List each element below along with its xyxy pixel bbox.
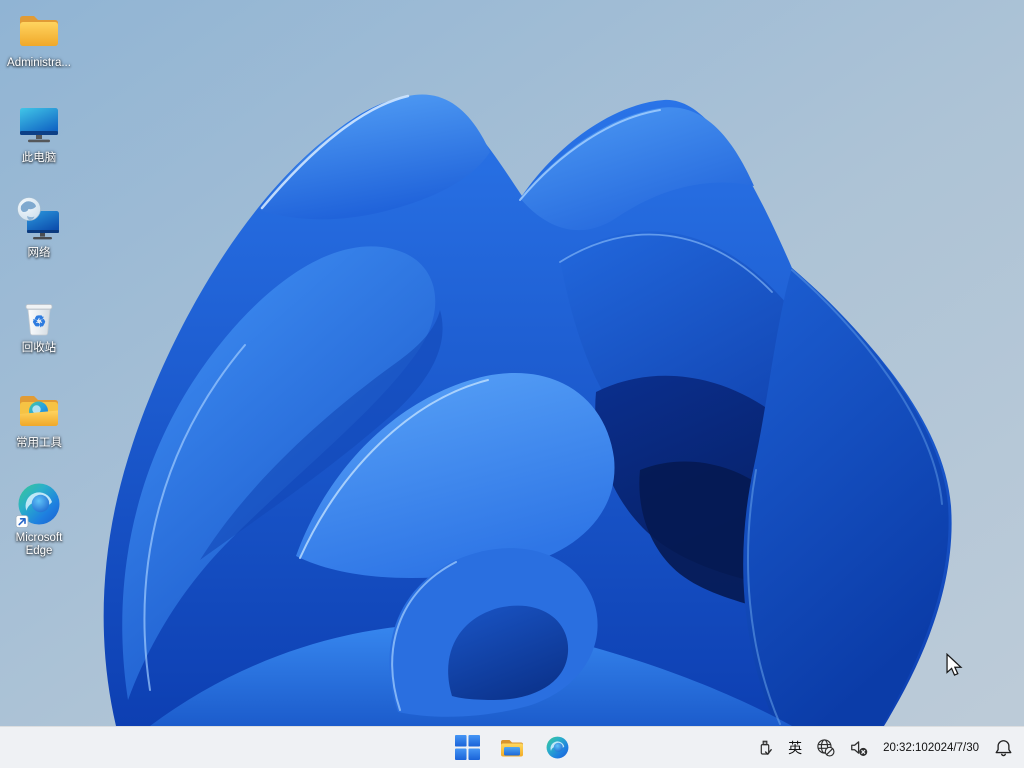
notification-center-button[interactable] xyxy=(987,731,1020,765)
recycle-bin-icon: ♻ xyxy=(25,304,53,336)
taskbar-clock[interactable]: 20:32:10 2024/7/30 xyxy=(875,731,987,765)
ime-mode-label: 英 xyxy=(788,739,803,756)
desktop-icon-common-tools[interactable]: 常用工具 xyxy=(0,386,78,481)
ime-language-indicator[interactable]: 英 xyxy=(781,731,809,765)
taskbar-center-buttons xyxy=(447,727,577,768)
desktop-icon-label: Microsoft Edge xyxy=(15,532,63,557)
edge-logo-icon xyxy=(546,736,568,759)
desktop-icon-grid: Administra... 此电脑 网络 ♻ 回收站 常用工具 Microsof… xyxy=(0,6,78,576)
clock-date: 2024/7/30 xyxy=(927,741,979,754)
network-status-button[interactable] xyxy=(809,731,842,765)
taskbar: 英 20:32:10 2024/7/30 xyxy=(0,726,1024,768)
desktop-icon-this-pc[interactable]: 此电脑 xyxy=(0,101,78,196)
desktop-icon-label: 回收站 xyxy=(21,342,57,354)
desktop-icon-label: 此电脑 xyxy=(21,152,57,164)
desktop-icon-network[interactable]: 网络 xyxy=(0,196,78,291)
clock-time: 20:32:10 xyxy=(883,741,928,754)
desktop-icon-administrator[interactable]: Administra... xyxy=(0,6,78,101)
desktop-icon-recycle-bin[interactable]: ♻ 回收站 xyxy=(0,291,78,386)
tools-folder-icon xyxy=(20,396,58,426)
usb-device-icon xyxy=(760,740,772,755)
windows-logo-icon xyxy=(454,735,480,760)
notification-bell-icon xyxy=(995,740,1012,757)
globe-no-internet-icon xyxy=(817,739,835,757)
desktop-icon-label: 常用工具 xyxy=(16,437,62,449)
computer-monitor-icon xyxy=(20,108,58,143)
desktop-icon-label: Administra... xyxy=(7,57,71,69)
desktop: Administra... 此电脑 网络 ♻ 回收站 常用工具 Microsof… xyxy=(0,0,1024,768)
network-globe-monitor-icon xyxy=(17,197,59,240)
folder-icon xyxy=(20,16,58,46)
desktop-icon-label: 网络 xyxy=(27,247,51,259)
usb-safely-remove-button[interactable] xyxy=(749,731,781,765)
edge-logo-icon xyxy=(15,483,60,528)
start-button[interactable] xyxy=(447,730,487,766)
desktop-icon-microsoft-edge[interactable]: Microsoft Edge xyxy=(0,481,78,576)
file-explorer-icon xyxy=(501,739,523,756)
speaker-muted-icon xyxy=(851,741,868,756)
volume-muted-button[interactable] xyxy=(842,731,875,765)
file-explorer-button[interactable] xyxy=(492,730,532,766)
system-tray: 英 20:32:10 2024/7/30 xyxy=(749,727,1020,768)
edge-taskbar-button[interactable] xyxy=(537,730,577,766)
svg-text:♻: ♻ xyxy=(32,314,46,331)
wallpaper-bloom-image xyxy=(0,0,1024,768)
